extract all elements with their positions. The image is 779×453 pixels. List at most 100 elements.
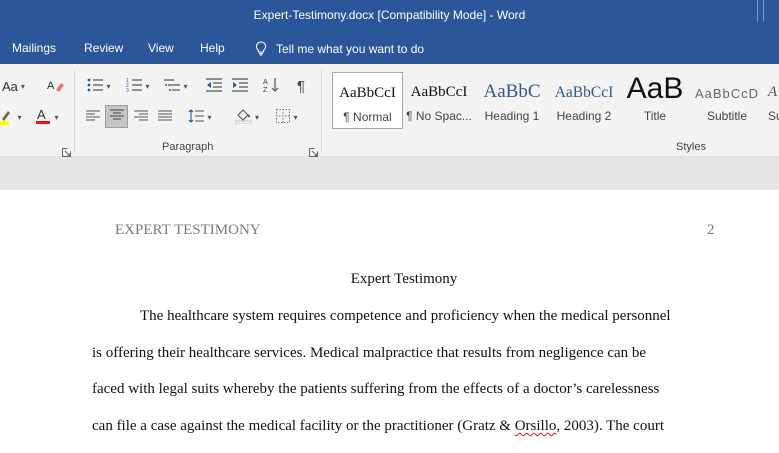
body-text: can file a case against the medical faci…: [92, 418, 515, 434]
document-title: Expert Testimony: [350, 271, 458, 287]
font-color-icon: A: [35, 107, 51, 128]
style-heading-2[interactable]: AaBbCcI Heading 2: [549, 72, 619, 129]
style-normal[interactable]: AaBbCcI ¶ Normal: [332, 72, 403, 129]
style-heading-2-sample: AaBbCcI: [554, 84, 614, 101]
style-no-spacing-sample: AaBbCcI: [410, 84, 468, 100]
tell-me-search[interactable]: Tell me what you want to do: [255, 41, 424, 56]
svg-text:A: A: [37, 107, 46, 122]
change-case-button[interactable]: Aa ▾: [0, 75, 40, 97]
increase-indent-icon: [232, 77, 248, 95]
borders-button[interactable]: ▾: [270, 106, 304, 128]
window-title: Expert-Testimony.docx [Compatibility Mod…: [253, 8, 526, 22]
align-left-button[interactable]: [82, 106, 104, 128]
align-left-icon: [86, 109, 100, 125]
ribbon-tabs: Mailings Review View Help Tell me what y…: [0, 33, 779, 64]
styles-gallery: AaBbCcI ¶ Normal AaBbCcI ¶ No Spac... Aa…: [329, 70, 779, 131]
sort-button[interactable]: AZ: [260, 75, 282, 97]
document-page[interactable]: EXPERT TESTIMONY 2 Expert Testimony The …: [0, 190, 779, 453]
justify-button[interactable]: [154, 106, 176, 128]
chevron-down-icon: ▾: [254, 112, 259, 122]
group-divider: [74, 70, 75, 152]
highlighter-icon: [0, 107, 14, 128]
chevron-down-icon: ▾: [54, 112, 59, 122]
font-color-button[interactable]: A ▾: [30, 106, 64, 128]
align-right-button[interactable]: [130, 106, 152, 128]
multilevel-list-icon: [164, 78, 181, 95]
clear-formatting-button[interactable]: A: [45, 75, 67, 97]
lightbulb-icon: [255, 41, 267, 56]
body-line: faced with legal suits whereby the patie…: [92, 381, 660, 397]
chevron-down-icon: ▾: [20, 81, 25, 91]
style-title-name: Title: [643, 109, 667, 123]
style-no-spacing-name: ¶ No Spac...: [406, 109, 472, 123]
style-normal-sample: AaBbCcI: [339, 85, 396, 101]
page-header-title: EXPERT TESTIMONY: [115, 222, 261, 238]
increase-indent-button[interactable]: [229, 75, 251, 97]
page-number: 2: [707, 222, 715, 238]
font-dialog-launcher-icon[interactable]: [62, 144, 71, 157]
numbering-icon: 123: [126, 78, 143, 95]
show-formatting-button[interactable]: ¶: [290, 75, 312, 97]
align-right-icon: [134, 109, 148, 125]
svg-text:Z: Z: [263, 87, 268, 93]
svg-text:A: A: [47, 80, 55, 92]
decrease-indent-icon: [206, 77, 222, 95]
chevron-down-icon: ▾: [183, 81, 188, 91]
body-line: The healthcare system requires competenc…: [140, 308, 671, 324]
chevron-down-icon: ▾: [17, 112, 22, 122]
decrease-indent-button[interactable]: [203, 75, 225, 97]
chevron-down-icon: ▾: [106, 81, 111, 91]
style-heading-1-name: Heading 1: [484, 109, 540, 123]
sort-az-icon: AZ: [263, 77, 279, 96]
svg-text:3: 3: [126, 88, 129, 92]
align-center-icon: [109, 109, 124, 124]
styles-group-label: Styles: [676, 141, 706, 153]
line-spacing-icon: [188, 108, 205, 126]
style-subtle-partial[interactable]: A Su: [765, 72, 779, 129]
shading-button[interactable]: ▾: [230, 106, 264, 128]
bullets-button[interactable]: ▾: [84, 75, 114, 97]
clear-formatting-icon: A: [47, 77, 65, 96]
style-subtitle[interactable]: AaBbCcD Subtitle: [693, 72, 761, 129]
pilcrow-icon: ¶: [296, 77, 306, 95]
group-divider: [321, 70, 322, 152]
paint-bucket-icon: [234, 108, 253, 127]
title-bar: Expert-Testimony.docx [Compatibility Mod…: [0, 0, 779, 33]
style-heading-1[interactable]: AaBbC Heading 1: [477, 72, 547, 129]
body-line: can file a case against the medical faci…: [92, 418, 664, 435]
tell-me-label: Tell me what you want to do: [276, 41, 425, 56]
body-line: is offering their healthcare services. M…: [92, 345, 647, 361]
style-subtitle-sample: AaBbCcD: [694, 86, 760, 101]
tab-review[interactable]: Review: [84, 41, 123, 55]
style-subtitle-name: Subtitle: [706, 109, 748, 123]
tab-mailings[interactable]: Mailings: [12, 41, 56, 55]
paragraph-dialog-launcher-icon[interactable]: [309, 144, 318, 157]
style-title[interactable]: AaB Title: [621, 72, 689, 129]
style-no-spacing[interactable]: AaBbCcI ¶ No Spac...: [405, 72, 473, 129]
align-center-button[interactable]: [105, 105, 128, 128]
chevron-down-icon: ▾: [207, 112, 212, 122]
chevron-down-icon: ▾: [145, 81, 150, 91]
style-subtle-sample: A: [768, 84, 778, 100]
bullets-icon: [87, 78, 104, 95]
document-canvas-gutter: [0, 157, 779, 190]
ribbon: Aa ▾ A ▾ A ▾ ▾ 123 ▾ ▾ A Z ¶ ▾ ▾ ▾ Parag…: [0, 64, 779, 157]
spelling-flag[interactable]: Orsillo: [515, 418, 557, 434]
tab-help[interactable]: Help: [200, 41, 225, 55]
tab-view[interactable]: View: [148, 41, 174, 55]
style-subtle-name: Su: [768, 109, 779, 123]
line-spacing-button[interactable]: ▾: [183, 106, 217, 128]
body-text: , 2003). The court: [556, 418, 665, 434]
highlight-color-button[interactable]: ▾: [0, 106, 22, 128]
style-heading-1-sample: AaBbC: [483, 81, 541, 102]
multilevel-list-button[interactable]: ▾: [160, 75, 192, 97]
style-heading-2-name: Heading 2: [556, 109, 612, 123]
numbering-button[interactable]: 123 ▾: [122, 75, 154, 97]
svg-text:A: A: [263, 79, 268, 86]
justify-icon: [158, 109, 172, 125]
style-title-sample: AaB: [626, 72, 684, 105]
style-normal-name: ¶ Normal: [343, 110, 392, 124]
change-case-label: Aa: [2, 78, 18, 94]
window-control-edge[interactable]: [755, 0, 777, 22]
paragraph-group-label: Paragraph: [162, 141, 214, 153]
